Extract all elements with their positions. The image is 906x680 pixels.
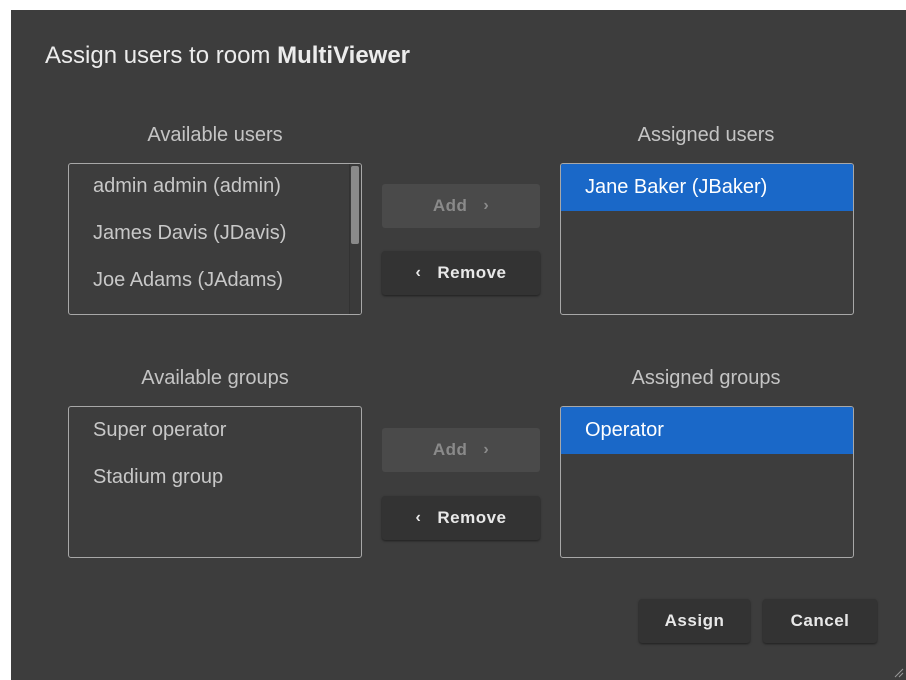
- cancel-button[interactable]: Cancel: [763, 599, 877, 643]
- resize-grip-icon[interactable]: [892, 666, 904, 678]
- available-groups-label: Available groups: [141, 367, 289, 389]
- list-item[interactable]: James Davis (JDavis): [69, 211, 361, 258]
- remove-users-label: Remove: [437, 263, 507, 282]
- add-users-button[interactable]: Add ›: [382, 184, 540, 228]
- remove-groups-button[interactable]: ‹ Remove: [382, 496, 540, 540]
- list-item[interactable]: Jane Baker (JBaker): [561, 164, 853, 211]
- chevron-left-icon: ‹: [415, 509, 422, 526]
- assigned-users-list[interactable]: Jane Baker (JBaker): [560, 163, 854, 315]
- list-item[interactable]: admin admin (admin): [69, 164, 361, 211]
- chevron-left-icon: ‹: [415, 264, 422, 281]
- list-item[interactable]: Joe Adams (JAdams): [69, 258, 361, 305]
- add-users-label: Add: [432, 196, 468, 215]
- remove-users-button[interactable]: ‹ Remove: [382, 251, 540, 295]
- available-users-label: Available users: [147, 124, 283, 146]
- dialog-title: Assign users to room MultiViewer: [45, 42, 410, 70]
- assign-button[interactable]: Assign: [639, 599, 750, 643]
- list-item[interactable]: Stadium group: [69, 454, 361, 501]
- assign-users-dialog: Assign users to room MultiViewer Availab…: [11, 10, 906, 680]
- dialog-title-prefix: Assign users to room: [45, 42, 278, 69]
- room-name: MultiViewer: [277, 42, 411, 69]
- chevron-right-icon: ›: [483, 197, 490, 214]
- available-users-scrollbar[interactable]: [349, 164, 361, 314]
- add-groups-label: Add: [432, 440, 468, 459]
- chevron-right-icon: ›: [483, 441, 490, 458]
- assigned-users-label: Assigned users: [637, 124, 775, 146]
- assigned-groups-list[interactable]: Operator: [560, 406, 854, 558]
- assigned-groups-label: Assigned groups: [631, 367, 781, 389]
- available-users-list[interactable]: admin admin (admin) James Davis (JDavis)…: [68, 163, 362, 315]
- remove-groups-label: Remove: [437, 508, 507, 527]
- scroll-thumb[interactable]: [351, 166, 359, 244]
- list-item[interactable]: Operator: [561, 407, 853, 454]
- add-groups-button[interactable]: Add ›: [382, 428, 540, 472]
- list-item[interactable]: Super operator: [69, 407, 361, 454]
- available-groups-list[interactable]: Super operator Stadium group: [68, 406, 362, 558]
